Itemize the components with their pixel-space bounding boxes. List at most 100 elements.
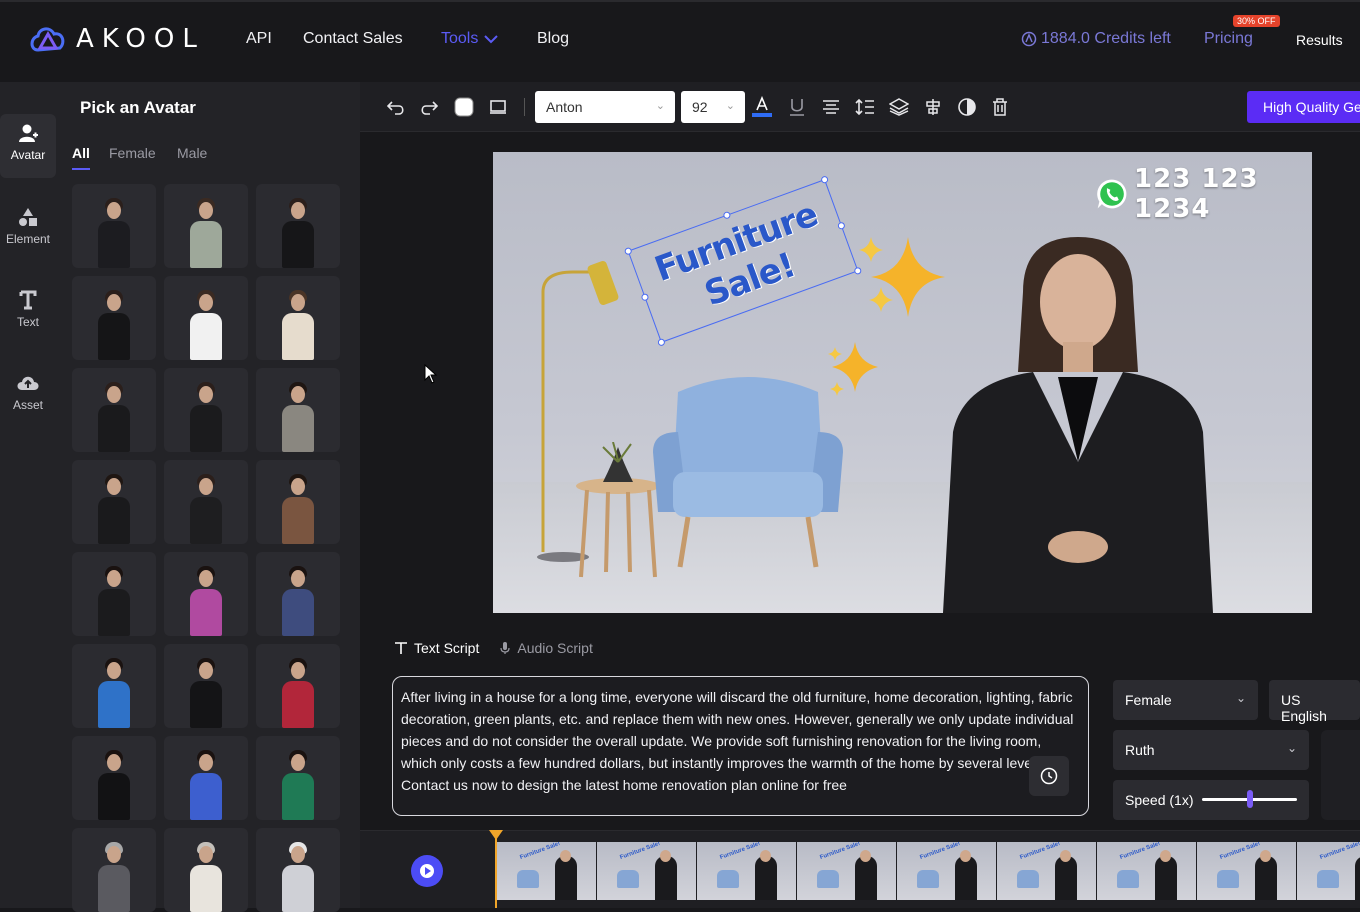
timeline-frame[interactable]: Furniture Sale! xyxy=(1297,842,1360,900)
rail-label-element: Element xyxy=(5,232,51,246)
timeline-playhead[interactable] xyxy=(495,832,497,908)
avatar-tile[interactable] xyxy=(72,276,156,360)
frame-presenter-head xyxy=(860,850,871,862)
avatar-tile[interactable] xyxy=(72,460,156,544)
presenter-avatar xyxy=(943,237,1213,613)
delete-icon[interactable] xyxy=(989,96,1011,118)
frame-presenter-head xyxy=(1260,850,1271,862)
text-color-icon[interactable] xyxy=(751,96,773,118)
redo-icon[interactable] xyxy=(418,96,440,118)
credits-icon xyxy=(1021,31,1037,47)
avatar-tile[interactable] xyxy=(256,276,340,360)
line-height-icon[interactable] xyxy=(854,96,876,118)
avatar-head xyxy=(107,478,121,495)
avatar-tile[interactable] xyxy=(256,552,340,636)
tab-all[interactable]: All xyxy=(72,145,90,161)
avatar-head xyxy=(291,478,305,495)
avatar-tile[interactable] xyxy=(72,644,156,728)
nav-pricing[interactable]: Pricing xyxy=(1204,30,1253,48)
avatar-tile[interactable] xyxy=(164,276,248,360)
tab-active-underline xyxy=(72,168,90,170)
font-family-select[interactable]: Anton ⌄ xyxy=(535,91,675,123)
avatar-head xyxy=(199,294,213,311)
avatar-tile[interactable] xyxy=(72,552,156,636)
high-quality-generate-button[interactable]: High Quality Ge xyxy=(1247,91,1360,123)
nav-tools[interactable]: Tools xyxy=(441,30,499,48)
script-textarea[interactable]: After living in a house for a long time,… xyxy=(392,676,1089,816)
playhead-handle[interactable] xyxy=(489,830,503,840)
timeline-frame[interactable]: Furniture Sale! xyxy=(1197,842,1296,900)
avatar-tile[interactable] xyxy=(256,460,340,544)
timeline-frame[interactable]: Furniture Sale! xyxy=(797,842,896,900)
voice-select[interactable]: Ruth ⌄ xyxy=(1113,730,1309,770)
avatar-tile[interactable] xyxy=(72,736,156,820)
avatar-tile[interactable] xyxy=(164,184,248,268)
undo-icon[interactable] xyxy=(385,96,407,118)
timeline-frame[interactable]: Furniture Sale! xyxy=(897,842,996,900)
avatar-tile[interactable] xyxy=(164,552,248,636)
speed-slider-thumb[interactable] xyxy=(1246,790,1253,808)
opacity-icon[interactable] xyxy=(956,96,978,118)
tab-female[interactable]: Female xyxy=(109,145,156,161)
avatar-tile[interactable] xyxy=(256,736,340,820)
timeline-frames[interactable]: Furniture Sale! Furniture Sale! Furniture … xyxy=(497,842,1360,900)
avatar-tile[interactable] xyxy=(72,368,156,452)
frame-presenter-head xyxy=(660,850,671,862)
tab-audio-script[interactable]: Audio Script xyxy=(499,640,593,656)
credits-indicator[interactable]: 1884.0 Credits left xyxy=(1021,30,1171,48)
underline-icon[interactable] xyxy=(786,96,808,118)
brand-name: AKOOL xyxy=(76,24,205,54)
avatar-tile[interactable] xyxy=(164,736,248,820)
nav-blog[interactable]: Blog xyxy=(537,30,569,48)
avatar-head xyxy=(199,662,213,679)
layers-icon[interactable] xyxy=(888,96,910,118)
avatar-tile[interactable] xyxy=(256,644,340,728)
avatar-tile[interactable] xyxy=(164,828,248,912)
rail-item-text[interactable]: Text xyxy=(0,289,56,329)
avatar-tile[interactable] xyxy=(256,184,340,268)
avatar-tile[interactable] xyxy=(164,644,248,728)
timeline-frame[interactable]: Furniture Sale! xyxy=(997,842,1096,900)
screen-size-icon[interactable] xyxy=(487,96,509,118)
nav-contact-sales[interactable]: Contact Sales xyxy=(303,30,403,48)
resize-handle[interactable] xyxy=(820,175,830,185)
tab-male[interactable]: Male xyxy=(177,145,207,161)
avatar-tile[interactable] xyxy=(72,184,156,268)
resize-handle[interactable] xyxy=(722,210,732,220)
avatar-icon xyxy=(19,124,38,142)
video-canvas[interactable]: 123 123 1234 Furniture Sale! xyxy=(493,152,1312,613)
avatar-body xyxy=(190,773,222,820)
language-value: US English xyxy=(1281,692,1327,724)
timeline-frame[interactable]: Furniture Sale! xyxy=(1097,842,1196,900)
timeline-frame[interactable]: Furniture Sale! xyxy=(497,842,596,900)
rail-item-avatar[interactable]: Avatar xyxy=(0,114,56,178)
frame-presenter xyxy=(855,856,877,900)
frame-chair xyxy=(617,870,639,888)
fill-color-icon[interactable] xyxy=(453,96,475,118)
language-select[interactable]: US English xyxy=(1269,680,1360,724)
align-vertical-icon[interactable] xyxy=(922,96,944,118)
font-size-value: 92 xyxy=(692,99,708,115)
font-size-select[interactable]: 92 ⌄ xyxy=(681,91,745,123)
avatar-tile[interactable] xyxy=(72,828,156,912)
avatar-body xyxy=(98,865,130,912)
timeline-frame[interactable]: Furniture Sale! xyxy=(597,842,696,900)
tab-text-script[interactable]: Text Script xyxy=(394,640,479,656)
timeline-frame[interactable]: Furniture Sale! xyxy=(697,842,796,900)
gender-select[interactable]: Female ⌄ xyxy=(1113,680,1258,720)
avatar-tile[interactable] xyxy=(256,828,340,912)
avatar-tile[interactable] xyxy=(164,460,248,544)
avatar-tile[interactable] xyxy=(164,368,248,452)
rail-item-asset[interactable]: Asset xyxy=(0,372,56,412)
avatar-body xyxy=(190,221,222,268)
pause-insert-button[interactable] xyxy=(1029,756,1069,796)
rail-item-element[interactable]: Element xyxy=(0,206,56,246)
align-center-icon[interactable] xyxy=(820,96,842,118)
akool-logo[interactable]: AKOOL xyxy=(28,22,205,56)
play-button[interactable] xyxy=(411,855,443,887)
nav-api[interactable]: API xyxy=(246,30,272,48)
frame-headline: Furniture Sale! xyxy=(1019,842,1062,862)
avatar-tile[interactable] xyxy=(256,368,340,452)
resize-handle[interactable] xyxy=(836,221,846,231)
nav-results[interactable]: Results xyxy=(1296,32,1343,48)
